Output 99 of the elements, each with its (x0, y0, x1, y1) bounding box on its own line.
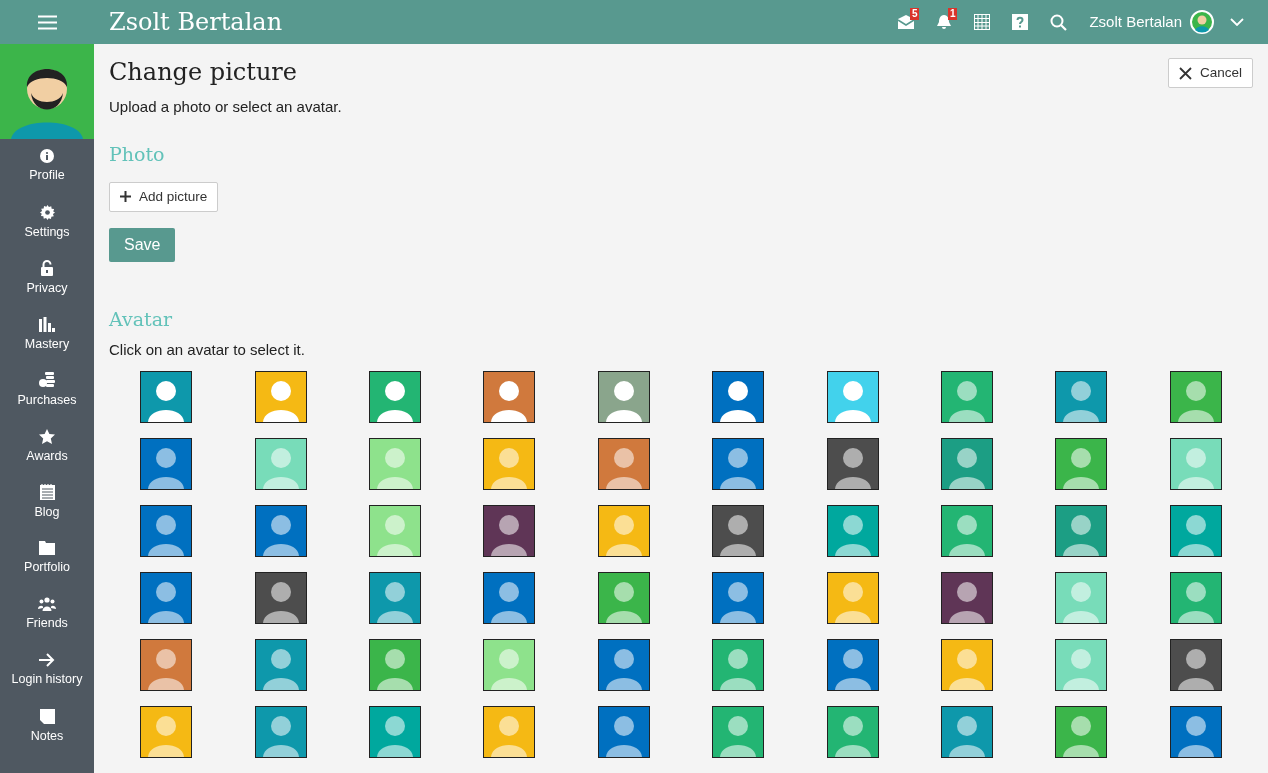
avatar-tile[interactable] (140, 371, 193, 424)
avatar-tile[interactable] (254, 706, 307, 759)
notification-count: 5 (909, 8, 920, 20)
avatar-tile[interactable] (712, 639, 765, 692)
site-title: Zsolt Bertalan (109, 7, 283, 38)
avatar-tile[interactable] (483, 505, 536, 558)
sidebar-item[interactable]: Purchases (0, 363, 94, 419)
sidebar-item[interactable]: Settings (0, 195, 94, 251)
avatar-tile[interactable] (597, 438, 650, 491)
avatar-tile[interactable] (941, 706, 993, 759)
people-icon (38, 597, 56, 612)
avatar-tile[interactable] (1055, 706, 1108, 759)
avatar-tile[interactable] (254, 572, 307, 625)
avatar-tile[interactable] (369, 572, 421, 625)
avatar-tile[interactable] (1169, 438, 1222, 491)
avatar-tile[interactable] (254, 639, 307, 692)
info-icon (40, 149, 54, 164)
avatar-tile[interactable] (369, 371, 421, 424)
sidebar-item[interactable]: Login history (0, 643, 94, 699)
avatar-tile[interactable] (1169, 371, 1222, 424)
avatar-tile[interactable] (712, 505, 765, 558)
page-title: Change picture (109, 58, 298, 87)
help-icon[interactable] (1012, 14, 1029, 30)
avatar-tile[interactable] (254, 438, 307, 491)
avatar-tile[interactable] (1055, 438, 1108, 491)
page-subtitle: Upload a photo or select an avatar. (109, 97, 343, 118)
add-picture-button[interactable]: Add picture (109, 181, 219, 212)
avatar-tile[interactable] (712, 438, 765, 491)
avatar-tile[interactable] (826, 639, 879, 692)
avatar-tile[interactable] (140, 438, 193, 491)
bar-chart-icon (39, 316, 55, 332)
menu-icon[interactable] (37, 14, 57, 30)
star-icon (39, 428, 55, 444)
avatar-tile[interactable] (254, 505, 307, 558)
notepad-icon (39, 484, 55, 501)
avatar-tile[interactable] (483, 639, 536, 692)
avatar-tile[interactable] (140, 639, 193, 692)
avatar-tile[interactable] (1055, 572, 1108, 625)
avatar-tile[interactable] (597, 639, 650, 692)
avatar-tile[interactable] (712, 572, 765, 625)
sidebar-item[interactable]: Mastery (0, 307, 94, 363)
avatar-tile[interactable] (941, 639, 993, 692)
avatar-tile[interactable] (254, 371, 307, 424)
avatar-tile[interactable] (826, 438, 879, 491)
plus-icon (120, 191, 131, 203)
avatar-tile[interactable] (826, 505, 879, 558)
avatar-tile[interactable] (941, 572, 993, 625)
folder-icon (39, 541, 55, 556)
calendar-icon[interactable] (974, 14, 991, 30)
avatar-tile[interactable] (483, 706, 536, 759)
avatar-tile[interactable] (1055, 371, 1108, 424)
cancel-button[interactable]: Cancel (1167, 58, 1253, 89)
sidebar-item[interactable]: Awards (0, 419, 94, 475)
note-icon (39, 708, 55, 724)
search-icon[interactable] (1049, 13, 1067, 31)
sidebar-item[interactable]: Blog (0, 475, 94, 531)
avatar-tile[interactable] (369, 639, 421, 692)
avatar-tile[interactable] (597, 505, 650, 558)
avatar-tile[interactable] (826, 706, 879, 759)
sidebar-item[interactable]: Friends (0, 587, 94, 643)
gear-icon (39, 204, 55, 220)
avatar-tile[interactable] (1055, 505, 1108, 558)
avatar-tile[interactable] (1169, 572, 1222, 625)
notification-count: 1 (947, 8, 958, 20)
avatar-tile[interactable] (941, 371, 993, 424)
section-heading: Avatar (109, 307, 174, 331)
avatar-tile[interactable] (140, 505, 193, 558)
avatar-tile[interactable] (712, 706, 765, 759)
avatar-tile[interactable] (483, 438, 536, 491)
section-heading: Photo (109, 142, 166, 166)
sidebar-item[interactable]: Notes (0, 699, 94, 755)
avatar-hint: Click on an avatar to select it. (109, 339, 306, 360)
avatar-tile[interactable] (483, 371, 536, 424)
sidebar-item[interactable]: Privacy (0, 251, 94, 307)
avatar-tile[interactable] (369, 438, 421, 491)
user-avatar-icon (1190, 10, 1214, 34)
sidebar-item[interactable]: Profile (0, 139, 94, 195)
avatar-tile[interactable] (140, 706, 193, 759)
avatar-tile[interactable] (1169, 706, 1222, 759)
avatar-tile[interactable] (483, 572, 536, 625)
avatar-tile[interactable] (1055, 639, 1108, 692)
avatar-tile[interactable] (941, 505, 993, 558)
close-icon (1178, 66, 1192, 80)
avatar-tile[interactable] (140, 572, 193, 625)
avatar-tile[interactable] (597, 371, 650, 424)
avatar-tile[interactable] (1169, 505, 1222, 558)
avatar-tile[interactable] (826, 371, 879, 424)
avatar-tile[interactable] (826, 572, 879, 625)
avatar-tile[interactable] (941, 438, 993, 491)
avatar-tile[interactable] (369, 706, 421, 759)
arrow-icon (39, 653, 55, 668)
avatar-tile[interactable] (597, 572, 650, 625)
avatar-tile[interactable] (597, 706, 650, 759)
avatar-tile[interactable] (1169, 639, 1222, 692)
avatar-tile[interactable] (369, 505, 421, 558)
sidebar-item[interactable]: Portfolio (0, 531, 94, 587)
coins-icon (39, 372, 55, 389)
avatar-tile[interactable] (712, 371, 765, 424)
padlock-icon (40, 260, 54, 277)
